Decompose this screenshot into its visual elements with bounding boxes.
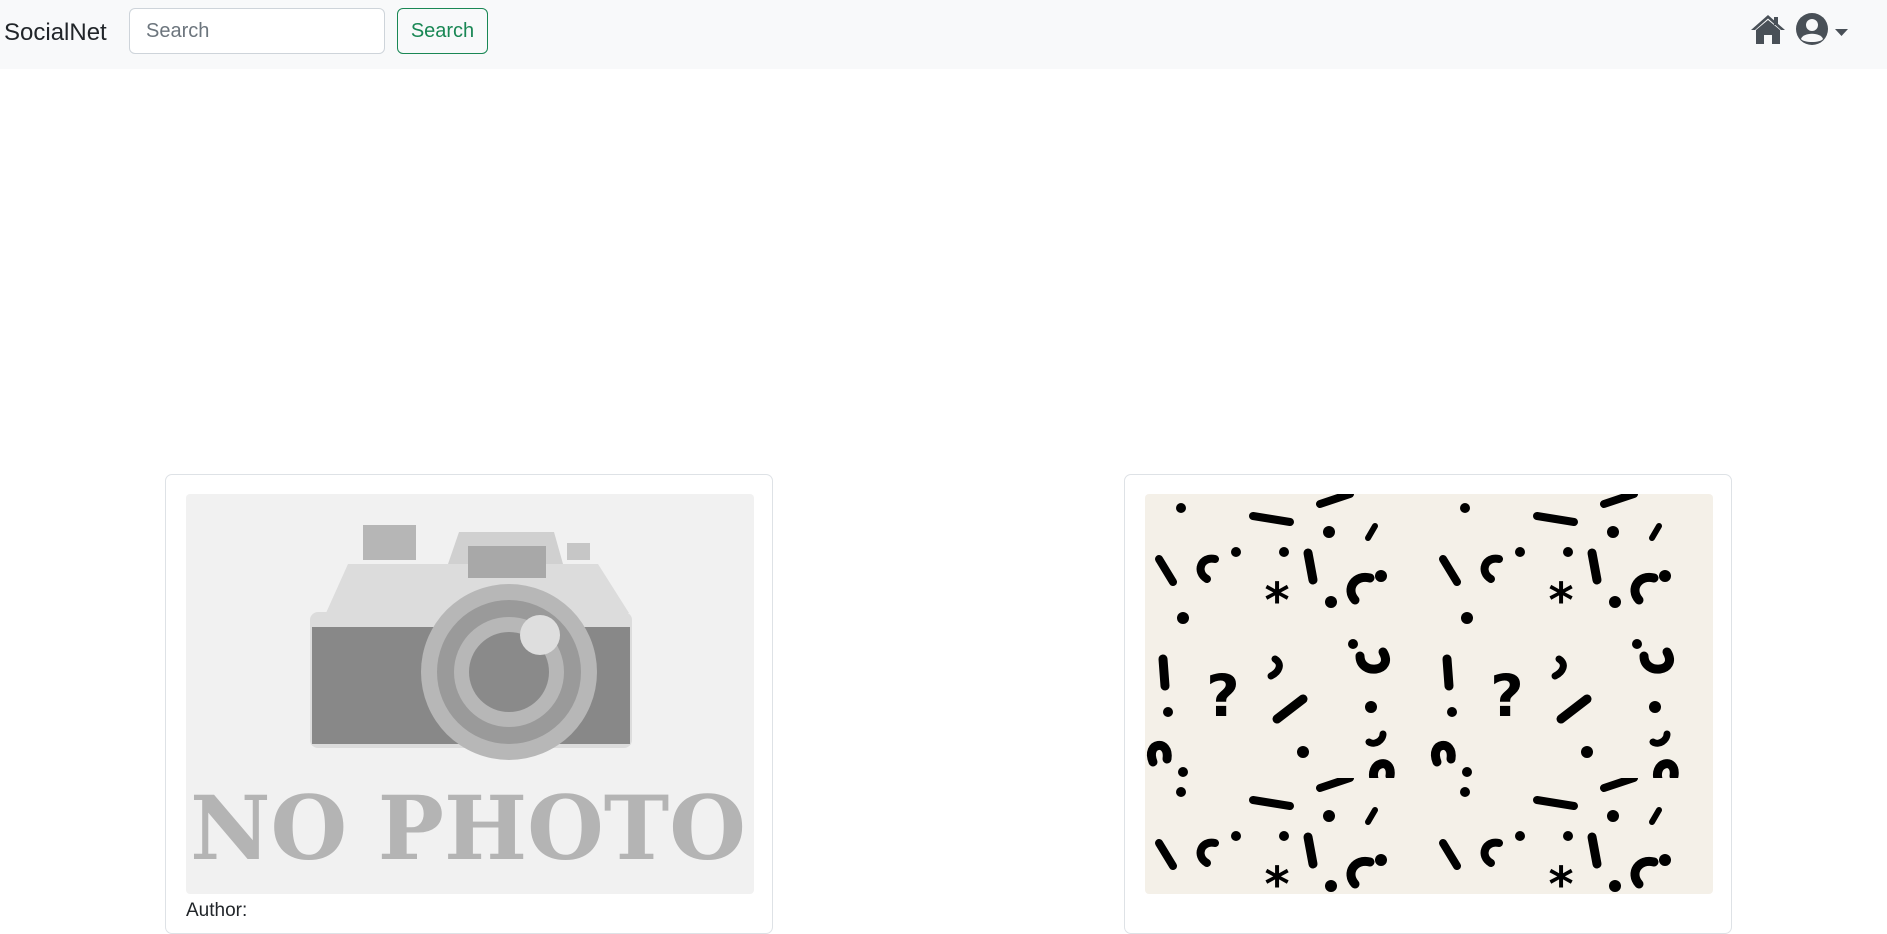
post-image-pattern: * ?: [1145, 494, 1713, 894]
user-circle-icon: [1796, 13, 1828, 45]
search-button[interactable]: Search: [397, 8, 488, 54]
post-author-label: Author:: [186, 900, 248, 921]
post-card: NO PHOTO Author:: [165, 474, 773, 934]
post-image-no-photo: NO PHOTO: [186, 494, 754, 894]
post-card: * ?: [1124, 474, 1732, 934]
punctuation-pattern-image: * ?: [1145, 494, 1713, 894]
brand-link[interactable]: SocialNet: [4, 14, 107, 52]
navbar: SocialNet Search: [0, 0, 1887, 69]
no-photo-camera-icon: NO PHOTO: [186, 494, 754, 894]
caret-down-icon: [1835, 29, 1848, 36]
home-icon[interactable]: [1750, 14, 1786, 46]
svg-text:NO PHOTO: NO PHOTO: [190, 776, 746, 880]
user-menu-dropdown[interactable]: [1795, 12, 1851, 48]
search-input[interactable]: [129, 8, 385, 54]
